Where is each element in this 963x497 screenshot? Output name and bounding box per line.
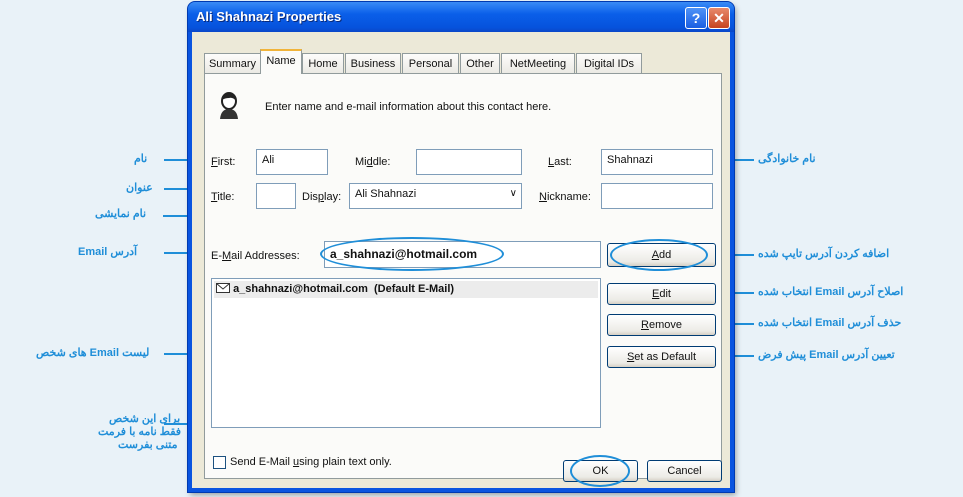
annotation-first-name: نام — [134, 153, 148, 165]
contact-card-icon — [220, 92, 238, 119]
display-name-select[interactable]: Ali Shahnazi ∨ — [349, 183, 522, 209]
help-icon: ? — [691, 10, 701, 26]
name-tab-panel: Enter name and e-mail information about … — [204, 73, 722, 479]
annotation-display-name: نام نمایشی — [95, 208, 147, 220]
email-list-entry-text: a_shahnazi@hotmail.com (Default E-Mail) — [233, 283, 455, 295]
tab-home[interactable]: Home — [302, 53, 344, 73]
properties-dialog: Ali Shahnazi Properties ? ✕ Summary Name… — [188, 2, 734, 492]
cancel-button[interactable]: Cancel — [647, 460, 722, 482]
annotation-add: اضافه کردن آدرس تایپ شده — [758, 248, 890, 260]
annotation-email-list: لیست Email های شخص — [36, 347, 150, 359]
tab-netmeeting[interactable]: NetMeeting — [501, 53, 575, 73]
tab-summary[interactable]: Summary — [204, 53, 261, 73]
title-field[interactable] — [256, 183, 296, 209]
annotation-set-default: تعیین آدرس Email پیش فرض — [758, 349, 895, 361]
close-icon: ✕ — [713, 10, 725, 26]
title-label: Title: — [211, 191, 235, 203]
tab-other[interactable]: Other — [460, 53, 500, 73]
tab-business[interactable]: Business — [345, 53, 401, 73]
tab-digital-ids[interactable]: Digital IDs — [576, 53, 642, 73]
annotation-last-name: نام خانوادگی — [758, 153, 816, 165]
remove-button[interactable]: Remove — [607, 314, 716, 336]
plain-text-label: Send E-Mail using plain text only. — [230, 456, 392, 468]
annotation-email-address: آدرس Email — [78, 246, 138, 258]
dialog-body: Summary Name Home Business Personal Othe… — [192, 32, 730, 488]
last-label: Last: — [548, 156, 572, 168]
close-button[interactable]: ✕ — [708, 7, 730, 29]
annotation-remove: حذف آدرس Email انتخاب شده — [758, 317, 902, 329]
first-label: First: — [211, 156, 236, 168]
annotation-plain-text-3: متنی بفرست — [118, 439, 178, 451]
middle-name-field[interactable] — [416, 149, 522, 175]
last-name-field[interactable]: Shahnazi — [601, 149, 713, 175]
email-list[interactable]: a_shahnazi@hotmail.com (Default E-Mail) — [211, 278, 601, 428]
tab-name[interactable]: Name — [260, 49, 302, 74]
middle-label: Middle: — [355, 156, 391, 168]
set-as-default-button[interactable]: Set as Default — [607, 346, 716, 368]
annotation-plain-text-2: فقط نامه با فرمت — [98, 426, 182, 438]
list-item[interactable]: a_shahnazi@hotmail.com (Default E-Mail) — [214, 281, 598, 298]
nickname-label: Nickname: — [539, 191, 591, 203]
header-description: Enter name and e-mail information about … — [265, 101, 552, 113]
chevron-down-icon[interactable]: ∨ — [510, 188, 517, 199]
help-button[interactable]: ? — [685, 7, 707, 29]
plain-text-checkbox[interactable] — [213, 456, 226, 469]
display-name-value: Ali Shahnazi — [355, 188, 417, 200]
nickname-field[interactable] — [601, 183, 713, 209]
highlight-circle — [570, 455, 630, 487]
title-bar[interactable]: Ali Shahnazi Properties ? ✕ — [188, 2, 734, 32]
annotation-title: عنوان — [126, 182, 153, 194]
highlight-circle — [320, 237, 504, 271]
highlight-circle — [610, 239, 708, 271]
first-name-field[interactable]: Ali — [256, 149, 328, 175]
window-title: Ali Shahnazi Properties — [196, 9, 342, 24]
tab-personal[interactable]: Personal — [402, 53, 459, 73]
envelope-icon — [216, 283, 230, 293]
annotation-edit: اصلاح آدرس Email انتخاب شده — [758, 286, 904, 298]
edit-button[interactable]: Edit — [607, 283, 716, 305]
display-label: Display: — [302, 191, 342, 203]
email-addresses-label: E-Mail Addresses: — [211, 250, 300, 262]
